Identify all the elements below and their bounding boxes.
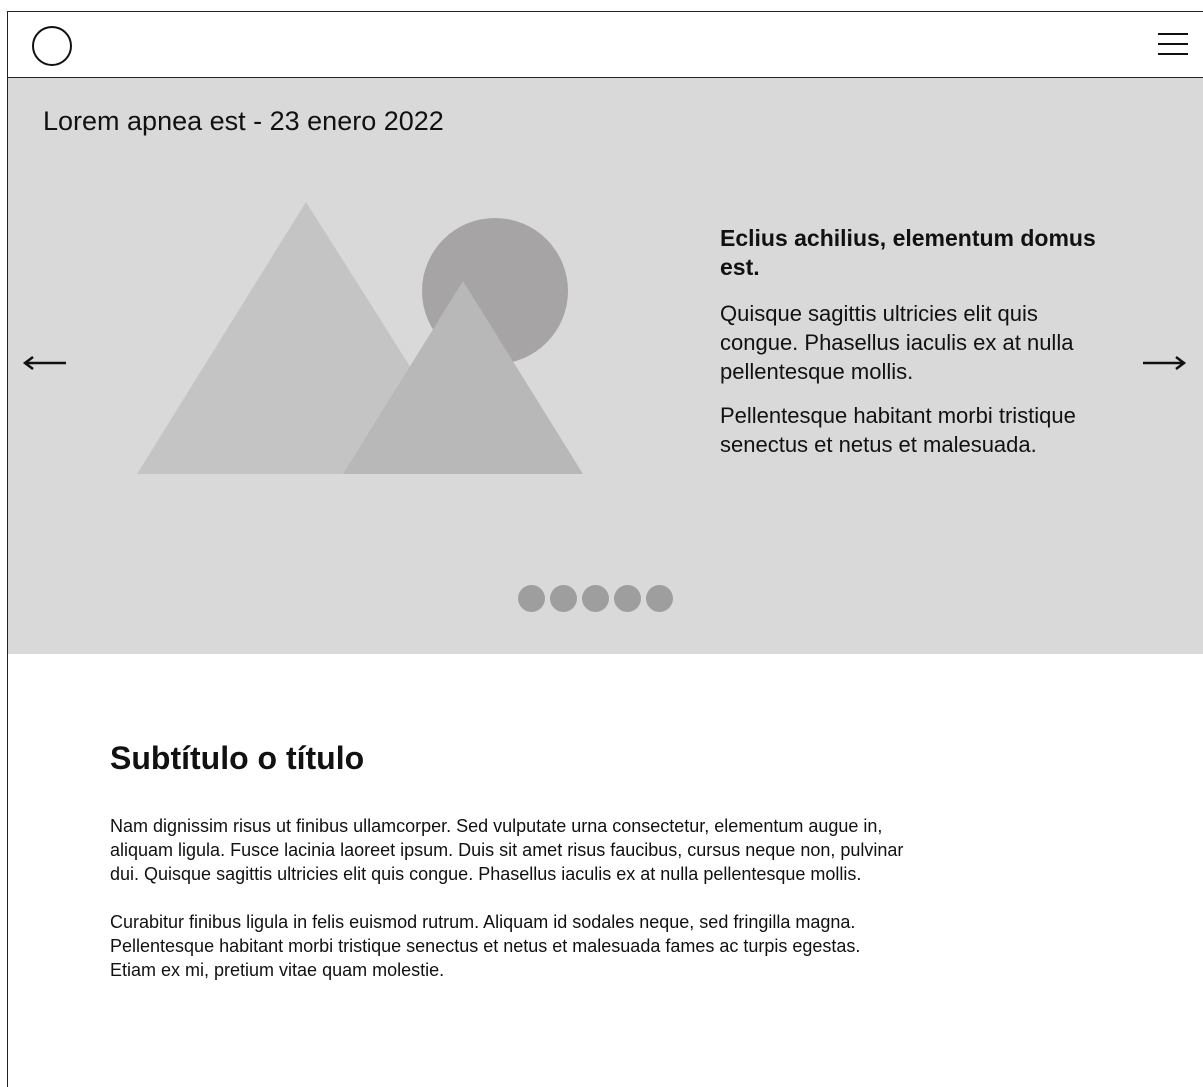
hamburger-menu-icon[interactable] [1158, 32, 1188, 56]
pagination-dot[interactable] [518, 585, 545, 612]
hero-text-block: Eclius achilius, elementum domus est. Qu… [720, 224, 1100, 474]
hero-paragraph: Quisque sagittis ultricies elit quis con… [720, 301, 1074, 384]
hero-heading: Eclius achilius, elementum domus est. [720, 225, 1096, 280]
arrow-left-icon[interactable] [22, 355, 68, 371]
menu-line [1158, 33, 1188, 35]
image-placeholder-illustration [137, 202, 583, 474]
circle-logo-icon[interactable] [32, 26, 72, 66]
arrow-right-icon[interactable] [1141, 355, 1187, 371]
body-paragraph: Curabitur finibus ligula in felis euismo… [110, 912, 861, 980]
site-header [8, 12, 1203, 78]
carousel-pagination [518, 585, 673, 613]
content-section: Subtítulo o título Nam dignissim risus u… [110, 738, 910, 1006]
hero-paragraph: Pellentesque habitant morbi tristique se… [720, 403, 1076, 457]
pagination-dot[interactable] [582, 585, 609, 612]
section-subtitle: Subtítulo o título [110, 740, 365, 776]
pagination-dot[interactable] [614, 585, 641, 612]
body-paragraph: Nam dignissim risus ut finibus ullamcorp… [110, 816, 904, 884]
page-frame: Lorem apnea est - 23 enero 2022 Eclius a… [7, 11, 1203, 1087]
pagination-dot[interactable] [550, 585, 577, 612]
pagination-dot[interactable] [646, 585, 673, 612]
menu-line [1158, 43, 1188, 45]
menu-line [1158, 53, 1188, 55]
hero-carousel: Lorem apnea est - 23 enero 2022 Eclius a… [8, 78, 1203, 654]
